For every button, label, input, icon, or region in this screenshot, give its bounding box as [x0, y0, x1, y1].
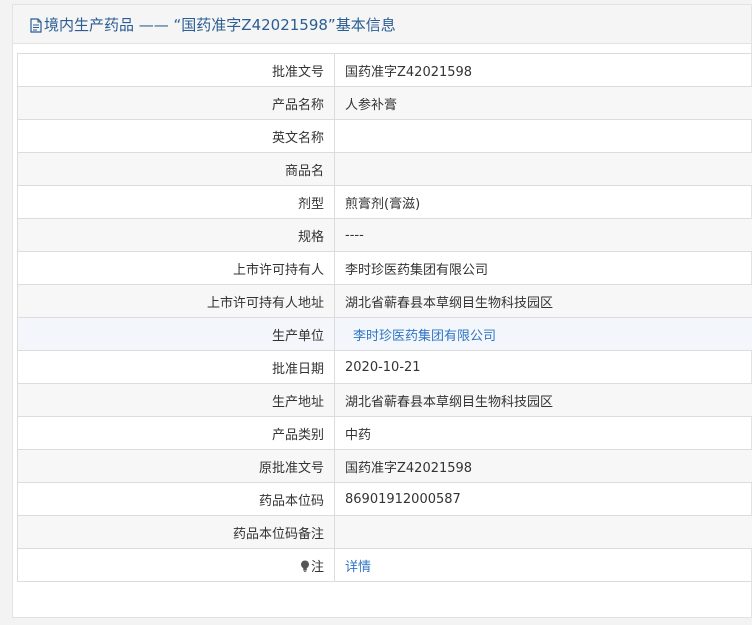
field-label: 批准日期 — [17, 350, 335, 384]
table-row: 注 详情 — [17, 548, 752, 582]
table-row: 规格 ---- — [17, 218, 752, 252]
table-row: 药品本位码 86901912000587 — [17, 482, 752, 516]
field-label: 批准文号 — [17, 53, 335, 87]
table-row: 剂型 煎膏剂(膏滋) — [17, 185, 752, 219]
field-value: 2020-10-21 — [334, 350, 752, 384]
field-value — [334, 119, 752, 153]
lightbulb-icon — [300, 560, 309, 572]
table-row: 产品名称 人参补膏 — [17, 86, 752, 120]
panel-header: 境内生产药品 —— “国药准字Z42021598”基本信息 — [13, 5, 751, 44]
field-value: 李时珍医药集团有限公司 — [334, 251, 752, 285]
field-value — [334, 515, 752, 549]
field-label: 规格 — [17, 218, 335, 252]
table-row: 英文名称 — [17, 119, 752, 153]
field-value: 煎膏剂(膏滋) — [334, 185, 752, 219]
table-row: 原批准文号 国药准字Z42021598 — [17, 449, 752, 483]
field-label: 生产单位 — [17, 317, 335, 351]
field-label: 注 — [310, 559, 324, 575]
field-label: 生产地址 — [17, 383, 335, 417]
field-label: 原批准文号 — [17, 449, 335, 483]
field-value: 国药准字Z42021598 — [334, 53, 752, 87]
page-title: 境内生产药品 —— “国药准字Z42021598”基本信息 — [44, 15, 396, 34]
field-value: 湖北省蕲春县本草纲目生物科技园区 — [334, 383, 752, 417]
table-row: 商品名 — [17, 152, 752, 186]
field-label: 商品名 — [17, 152, 335, 186]
field-value: 86901912000587 — [334, 482, 752, 516]
drug-info-table: 批准文号 国药准字Z42021598 产品名称 人参补膏 英文名称 商品名 剂型… — [17, 53, 752, 582]
field-value: ---- — [334, 218, 752, 252]
field-label: 药品本位码备注 — [17, 515, 335, 549]
field-value: 湖北省蕲春县本草纲目生物科技园区 — [334, 284, 752, 318]
table-row: 上市许可持有人 李时珍医药集团有限公司 — [17, 251, 752, 285]
manufacturer-link[interactable]: 李时珍医药集团有限公司 — [353, 329, 496, 344]
field-label: 上市许可持有人地址 — [17, 284, 335, 318]
field-value: 详情 — [334, 548, 752, 582]
field-label: 药品本位码 — [17, 482, 335, 516]
field-label: 产品类别 — [17, 416, 335, 450]
field-value — [334, 152, 752, 186]
field-label: 剂型 — [17, 185, 335, 219]
table-row: 上市许可持有人地址 湖北省蕲春县本草纲目生物科技园区 — [17, 284, 752, 318]
field-value: 人参补膏 — [334, 86, 752, 120]
table-row: 生产地址 湖北省蕲春县本草纲目生物科技园区 — [17, 383, 752, 417]
table-row: 药品本位码备注 — [17, 515, 752, 549]
table-row: 批准日期 2020-10-21 — [17, 350, 752, 384]
field-label: 上市许可持有人 — [17, 251, 335, 285]
field-value: 国药准字Z42021598 — [334, 449, 752, 483]
table-row: 批准文号 国药准字Z42021598 — [17, 53, 752, 87]
table-row: 生产单位 李时珍医药集团有限公司 — [17, 317, 752, 351]
field-label: 产品名称 — [17, 86, 335, 120]
table-row: 产品类别 中药 — [17, 416, 752, 450]
document-icon — [30, 17, 42, 33]
field-value: 中药 — [334, 416, 752, 450]
note-label-cell: 注 — [17, 548, 335, 582]
field-label: 英文名称 — [17, 119, 335, 153]
field-value: 李时珍医药集团有限公司 — [334, 317, 752, 351]
details-link[interactable]: 详情 — [345, 560, 371, 575]
